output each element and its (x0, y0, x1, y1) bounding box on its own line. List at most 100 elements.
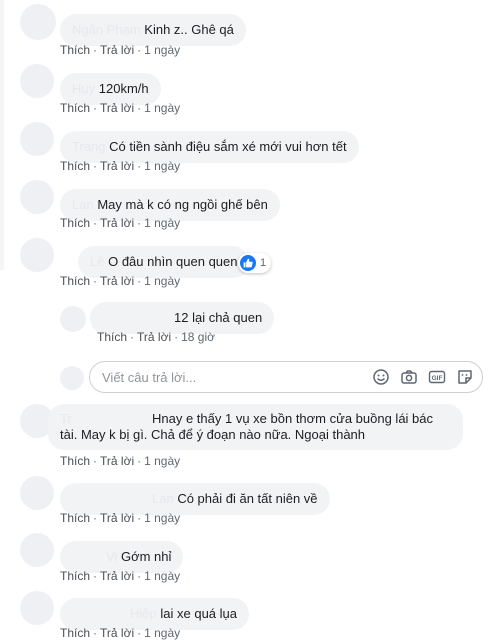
separator-dot: · (130, 330, 135, 344)
comment-actions: Thích · Trả lời · 1 ngày (60, 274, 180, 288)
reply-link[interactable]: Trả lời (100, 101, 134, 115)
reply-input[interactable] (102, 368, 362, 386)
reply-link[interactable]: Trả lời (100, 216, 134, 230)
avatar[interactable] (20, 238, 54, 272)
separator-dot: · (174, 330, 179, 344)
separator-dot: · (93, 626, 98, 640)
reply-link[interactable]: Trả lời (100, 159, 134, 173)
comment-author[interactable]: Lan (152, 491, 174, 506)
comment-text: Hnay e thấy 1 vụ xe bồn thơm cửa buồng l… (152, 411, 434, 426)
timestamp[interactable]: 1 ngày (144, 274, 180, 288)
smiley-icon[interactable] (372, 368, 392, 388)
comment-author[interactable]: Ngân Phạm (72, 22, 141, 37)
timestamp[interactable]: 1 ngày (144, 511, 180, 525)
avatar[interactable] (20, 591, 54, 625)
separator-dot: · (93, 216, 98, 230)
separator-dot: · (137, 569, 142, 583)
camera-icon[interactable] (400, 368, 420, 388)
separator-dot: · (93, 454, 98, 468)
comment-author[interactable]: Lan (72, 197, 94, 212)
timestamp[interactable]: 1 ngày (144, 569, 180, 583)
sticker-icon[interactable] (456, 368, 476, 388)
comment-text: Có phải đi ăn tất niên về (177, 491, 318, 506)
reply-link[interactable]: Trả lời (137, 330, 171, 344)
like-link[interactable]: Thích (60, 626, 90, 640)
comment-author[interactable]: Trang (72, 139, 105, 154)
avatar[interactable] (20, 476, 54, 510)
comment-text: O đâu nhìn quen quen (108, 254, 238, 269)
separator-dot: · (137, 511, 142, 525)
thumbs-up-icon (243, 258, 253, 268)
separator-dot: · (137, 626, 142, 640)
comment-author[interactable]: Huy (72, 81, 95, 96)
comment-actions: Thích · Trả lời · 1 ngày (60, 511, 180, 525)
separator-dot: · (93, 159, 98, 173)
reply-text: 12 lại chả quen (174, 310, 263, 325)
comment-text: lai xe quá lụa (160, 606, 237, 621)
comment-text: Gớm nhỉ (120, 549, 172, 564)
gif-icon[interactable]: GIF (428, 368, 448, 388)
reply-link[interactable]: Trả lời (100, 626, 134, 640)
sticker-icon-svg (458, 370, 472, 384)
like-link[interactable]: Thích (60, 101, 90, 115)
separator-dot: · (137, 216, 142, 230)
like-link[interactable]: Thích (97, 330, 127, 344)
timestamp[interactable]: 1 ngày (144, 159, 180, 173)
separator-dot: · (137, 274, 142, 288)
timestamp[interactable]: 1 ngày (144, 454, 180, 468)
comment-author[interactable]: Vi (106, 549, 117, 564)
comment-text-line2: tài. May k bị gì. Chả để ý đoạn nào nữa.… (60, 427, 366, 442)
timestamp[interactable]: 1 ngày (144, 43, 180, 57)
like-link[interactable]: Thích (60, 454, 90, 468)
svg-text:GIF: GIF (432, 375, 443, 382)
reply-composer: GIF (89, 361, 483, 393)
current-user-avatar (60, 366, 84, 390)
comment-actions: Thích · Trả lời · 1 ngày (60, 569, 180, 583)
comment-text: Kinh z.. Ghê qá (144, 22, 234, 37)
comment-actions: Thích · Trả lời · 1 ngày (60, 43, 180, 57)
timestamp[interactable]: 1 ngày (144, 216, 180, 230)
reply-link[interactable]: Trả lời (100, 454, 134, 468)
separator-dot: · (137, 159, 142, 173)
avatar[interactable] (20, 122, 54, 156)
like-link[interactable]: Thích (60, 569, 90, 583)
separator-dot: · (137, 454, 142, 468)
comment-actions: Thích · Trả lời · 1 ngày (60, 216, 180, 230)
avatar[interactable] (20, 180, 54, 214)
reply-link[interactable]: Trả lời (100, 43, 134, 57)
like-link[interactable]: Thích (60, 274, 90, 288)
comment-actions: Thích · Trả lời · 1 ngày (60, 454, 180, 468)
reply-link[interactable]: Trả lời (100, 274, 134, 288)
comment-bubble: Tr Hnay e thấy 1 vụ xe bồn thơm cửa buồng… (48, 404, 463, 450)
comment-line: Tr Hnay e thấy 1 vụ xe bồn thơm cửa buồng… (60, 411, 451, 427)
reaction-number: 1 (260, 257, 267, 269)
separator-dot: · (93, 43, 98, 57)
like-link[interactable]: Thích (60, 216, 90, 230)
comment-author[interactable]: Lê (90, 254, 104, 269)
avatar[interactable] (20, 533, 54, 567)
separator-dot: · (93, 511, 98, 525)
like-link[interactable]: Thích (60, 43, 90, 57)
comment-author[interactable]: Hiệp (130, 606, 157, 621)
reply-link[interactable]: Trả lời (100, 511, 134, 525)
avatar[interactable] (60, 306, 86, 332)
timestamp[interactable]: 1 ngày (144, 626, 180, 640)
camera-icon-svg (401, 370, 417, 384)
timestamp[interactable]: 18 giờ (181, 330, 215, 344)
like-icon (240, 255, 256, 271)
like-link[interactable]: Thích (60, 159, 90, 173)
smiley-icon-svg (373, 369, 389, 385)
like-link[interactable]: Thích (60, 511, 90, 525)
timestamp[interactable]: 1 ngày (144, 101, 180, 115)
comment-text: 120km/h (98, 81, 149, 96)
comment-actions: Thích · Trả lời · 1 ngày (60, 626, 180, 640)
avatar[interactable] (20, 4, 56, 40)
reaction-count[interactable]: 1 (238, 253, 272, 273)
edge-shadow (0, 0, 4, 270)
separator-dot: · (137, 43, 142, 57)
reply-link[interactable]: Trả lời (100, 569, 134, 583)
separator-dot: · (93, 274, 98, 288)
comment-bubble: Ngân Phạm Kinh z.. Ghê qá (60, 14, 246, 46)
comment-author[interactable]: Tr (60, 411, 152, 427)
avatar[interactable] (20, 64, 54, 98)
